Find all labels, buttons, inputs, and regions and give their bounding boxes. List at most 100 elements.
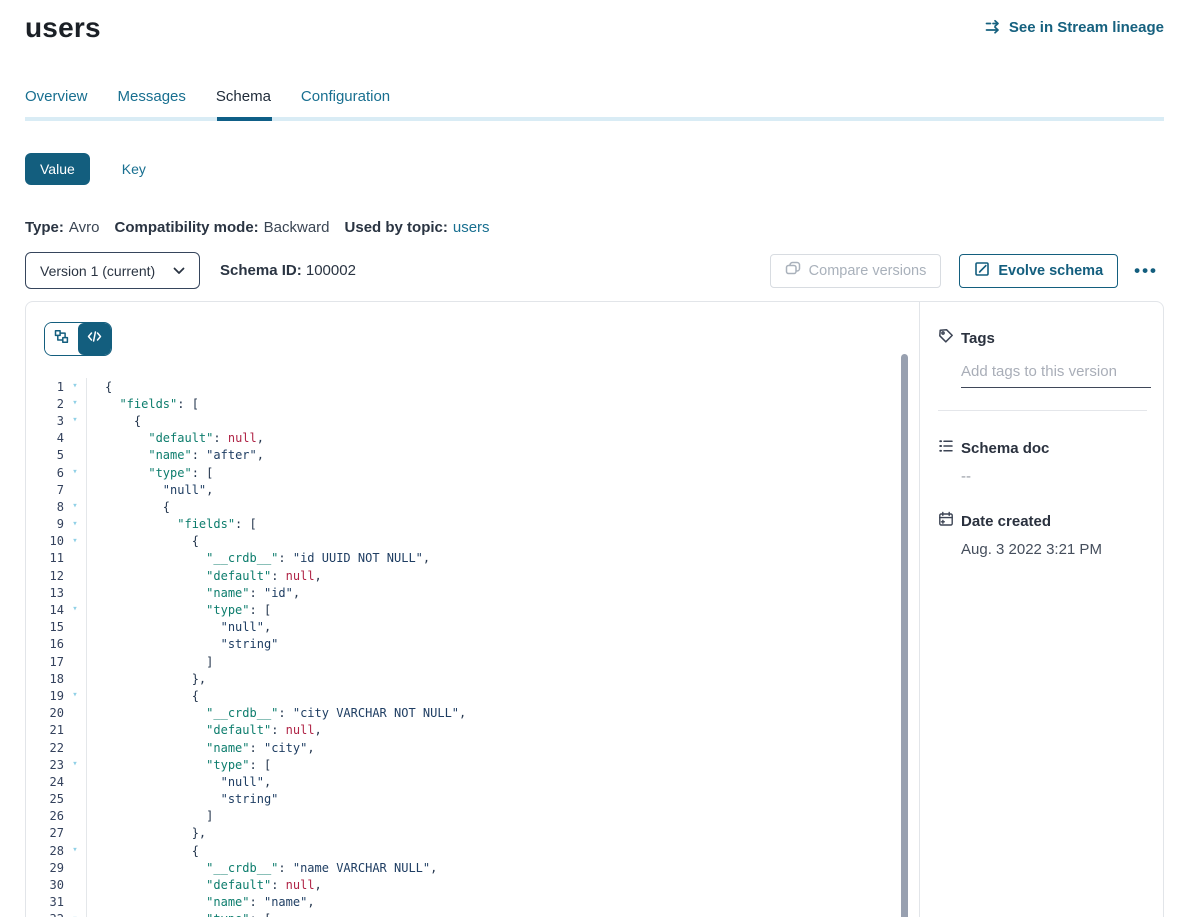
- line-number: 7: [26, 483, 64, 497]
- value-toggle-button[interactable]: Value: [25, 153, 90, 185]
- code-line: 4 "default": null,: [26, 430, 919, 447]
- compare-versions-label: Compare versions: [809, 263, 927, 279]
- code-content: {: [87, 842, 199, 859]
- code-content: "null",: [87, 773, 271, 790]
- collapse-caret-icon[interactable]: ▾: [64, 395, 86, 412]
- code-content: "default": null,: [87, 567, 322, 584]
- used-by-topic-label: Used by topic:: [345, 219, 448, 236]
- collapse-caret-icon[interactable]: ▾: [64, 842, 86, 859]
- line-number: 1: [26, 380, 64, 394]
- code-line: 22 "name": "city",: [26, 739, 919, 756]
- list-icon: [938, 438, 954, 459]
- type-label: Type:: [25, 219, 64, 236]
- code-content: ]: [87, 808, 213, 825]
- code-content: "name": "city",: [87, 739, 315, 756]
- edit-icon: [974, 261, 990, 281]
- code-lines: 1▾{2▾ "fields": [3▾ {4 "default": null,5…: [26, 378, 919, 917]
- code-content: },: [87, 670, 206, 687]
- tags-section: Tags: [938, 328, 1147, 411]
- code-line: 19▾ {: [26, 687, 919, 704]
- code-content: "type": [: [87, 756, 271, 773]
- line-number: 24: [26, 775, 64, 789]
- stream-lineage-icon: [984, 18, 1002, 36]
- used-by-topic-meta: Used by topic: users: [345, 219, 490, 236]
- code-line: 26 ]: [26, 808, 919, 825]
- tab-overview[interactable]: Overview: [25, 88, 88, 117]
- code-toolbar: [26, 302, 919, 356]
- line-number: 30: [26, 878, 64, 892]
- code-view-button[interactable]: [78, 323, 111, 355]
- code-line: 15 "null",: [26, 619, 919, 636]
- line-number: 17: [26, 655, 64, 669]
- page-title: users: [25, 12, 101, 44]
- schema-panel: 1▾{2▾ "fields": [3▾ {4 "default": null,5…: [25, 301, 1164, 917]
- see-in-stream-lineage-link[interactable]: See in Stream lineage: [984, 18, 1164, 36]
- schema-page: users See in Stream lineage Overview Mes…: [0, 0, 1189, 917]
- line-number: 23: [26, 758, 64, 772]
- calendar-icon: [938, 511, 954, 532]
- version-select[interactable]: Version 1 (current): [25, 252, 200, 289]
- key-toggle-button[interactable]: Key: [116, 160, 152, 178]
- collapse-caret-icon[interactable]: ▾: [64, 687, 86, 704]
- collapse-caret-icon[interactable]: ▾: [64, 911, 86, 917]
- line-number: 4: [26, 431, 64, 445]
- schema-id-label: Schema ID:: [220, 262, 302, 279]
- code-line: 20 "__crdb__": "city VARCHAR NOT NULL",: [26, 705, 919, 722]
- collapse-caret-icon[interactable]: ▾: [64, 498, 86, 515]
- code-line: 24 "null",: [26, 773, 919, 790]
- code-line: 1▾{: [26, 378, 919, 395]
- version-select-value: Version 1 (current): [40, 263, 155, 279]
- collapse-caret-icon[interactable]: ▾: [64, 378, 86, 395]
- line-number: 32: [26, 912, 64, 917]
- evolve-schema-button[interactable]: Evolve schema: [959, 254, 1118, 288]
- code-content: "__crdb__": "id UUID NOT NULL",: [87, 550, 430, 567]
- version-toolbar: Version 1 (current) Schema ID: 100002 Co…: [25, 252, 1164, 289]
- code-scrollbar[interactable]: [901, 354, 908, 917]
- line-number: 21: [26, 723, 64, 737]
- schema-id: Schema ID: 100002: [220, 262, 356, 279]
- line-number: 13: [26, 586, 64, 600]
- tab-active-underline: [217, 117, 272, 121]
- topic-link[interactable]: users: [453, 219, 490, 236]
- line-number: 28: [26, 844, 64, 858]
- see-in-stream-lineage-label: See in Stream lineage: [1009, 19, 1164, 36]
- line-number: 22: [26, 741, 64, 755]
- line-number: 12: [26, 569, 64, 583]
- collapse-caret-icon[interactable]: ▾: [64, 756, 86, 773]
- tab-configuration[interactable]: Configuration: [301, 88, 390, 117]
- code-line: 29 "__crdb__": "name VARCHAR NULL",: [26, 859, 919, 876]
- code-line: 11 "__crdb__": "id UUID NOT NULL",: [26, 550, 919, 567]
- line-number: 19: [26, 689, 64, 703]
- collapse-caret-icon[interactable]: ▾: [64, 533, 86, 550]
- collapse-caret-icon[interactable]: ▾: [64, 601, 86, 618]
- compare-versions-button[interactable]: Compare versions: [770, 254, 942, 288]
- line-number: 9: [26, 517, 64, 531]
- evolve-schema-label: Evolve schema: [998, 263, 1103, 279]
- code-line: 32▾ "type": [: [26, 911, 919, 917]
- code-line: 9▾ "fields": [: [26, 516, 919, 533]
- line-number: 5: [26, 448, 64, 462]
- line-number: 31: [26, 895, 64, 909]
- tree-view-button[interactable]: [45, 323, 78, 355]
- collapse-caret-icon[interactable]: ▾: [64, 464, 86, 481]
- code-content: "string": [87, 636, 278, 653]
- schema-doc-title: Schema doc: [961, 440, 1049, 457]
- code-line: 13 "name": "id",: [26, 584, 919, 601]
- tab-messages[interactable]: Messages: [118, 88, 186, 117]
- date-created-value: Aug. 3 2022 3:21 PM: [961, 541, 1147, 558]
- code-line: 5 "name": "after",: [26, 447, 919, 464]
- tab-schema[interactable]: Schema: [216, 88, 271, 117]
- collapse-caret-icon[interactable]: ▾: [64, 412, 86, 429]
- code-line: 2▾ "fields": [: [26, 395, 919, 412]
- more-options-button[interactable]: •••: [1128, 257, 1164, 285]
- value-key-toggle: Value Key: [25, 153, 1164, 185]
- collapse-caret-icon[interactable]: ▾: [64, 516, 86, 533]
- type-value: Avro: [69, 219, 100, 236]
- code-line: 27 },: [26, 825, 919, 842]
- schema-sidebar: Tags Schema doc -- Date created: [919, 302, 1163, 917]
- line-number: 16: [26, 637, 64, 651]
- compare-versions-icon: [785, 261, 801, 281]
- add-tags-input[interactable]: [961, 357, 1151, 388]
- code-content: "fields": [: [87, 395, 199, 412]
- code-content: "default": null,: [87, 722, 322, 739]
